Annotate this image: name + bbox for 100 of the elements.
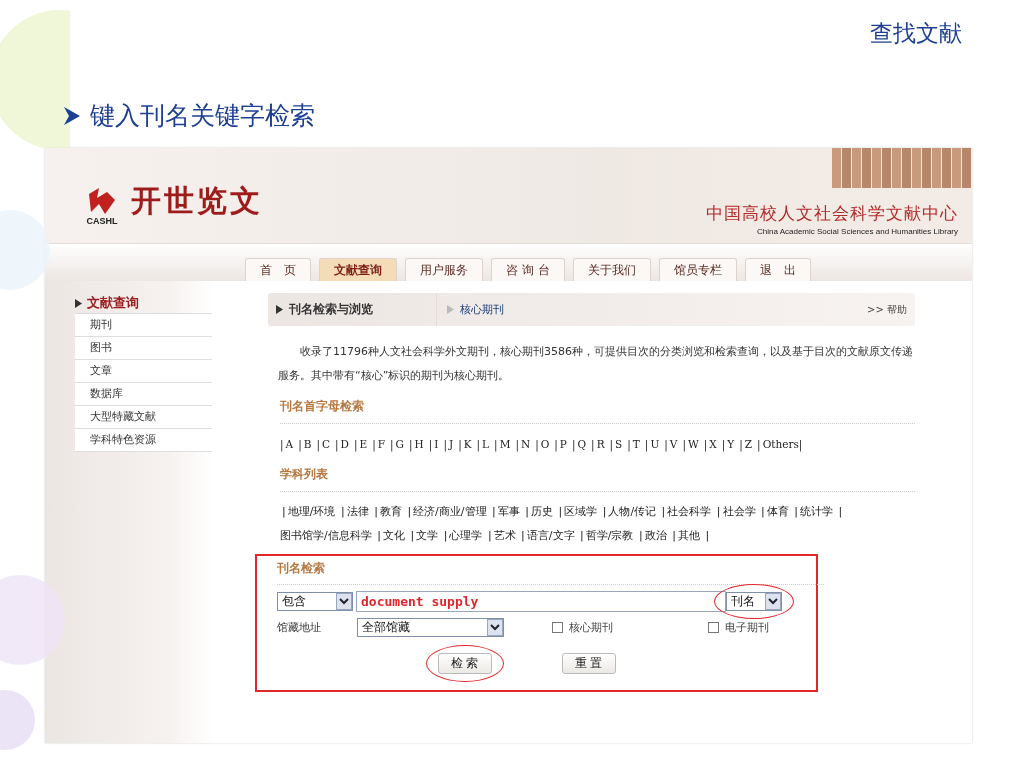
letter-link[interactable]: A bbox=[285, 432, 294, 456]
letter-link[interactable]: R bbox=[596, 432, 605, 456]
section-title: 刊名检索 bbox=[277, 560, 824, 585]
sidebar-item[interactable]: 大型特藏文献 bbox=[75, 406, 212, 429]
letter-link[interactable]: H bbox=[414, 432, 424, 456]
sidebar-item[interactable]: 期刊 bbox=[75, 314, 212, 337]
core-journals-link[interactable]: 核心期刊 bbox=[460, 302, 504, 317]
subject-link[interactable]: 哲学/宗教 bbox=[585, 529, 634, 542]
keyword-input[interactable]: document supply bbox=[356, 591, 726, 612]
section-title: 刊名首字母检索 bbox=[280, 398, 915, 424]
help-link[interactable]: >> 帮助 bbox=[867, 302, 907, 317]
subject-link[interactable]: 人物/传记 bbox=[608, 505, 657, 518]
sidebar-item[interactable]: 数据库 bbox=[75, 383, 212, 406]
subject-link[interactable]: 政治 bbox=[644, 529, 667, 542]
letter-link[interactable]: O bbox=[540, 432, 550, 456]
separator: | bbox=[627, 437, 631, 454]
form-button[interactable]: 重 置 bbox=[561, 653, 616, 674]
letter-link[interactable]: T bbox=[632, 432, 640, 456]
separator: | bbox=[492, 505, 496, 518]
separator: | bbox=[494, 437, 498, 454]
separator: | bbox=[515, 437, 519, 454]
separator: | bbox=[716, 505, 721, 518]
field-select[interactable]: 刊名 bbox=[726, 592, 782, 611]
subject-link[interactable]: 其他 bbox=[677, 529, 700, 542]
sidebar-item[interactable]: 学科特色资源 bbox=[75, 429, 212, 452]
letter-link[interactable]: Q bbox=[577, 432, 587, 456]
match-select[interactable]: 包含 bbox=[277, 592, 353, 611]
letter-link[interactable]: Others bbox=[762, 432, 799, 456]
subject-link[interactable]: 统计学 bbox=[800, 505, 833, 518]
letter-link[interactable]: L bbox=[482, 432, 490, 456]
separator: | bbox=[374, 505, 378, 518]
letter-link[interactable]: J bbox=[448, 432, 454, 456]
subject-link[interactable]: 教育 bbox=[379, 505, 402, 518]
separator: | bbox=[721, 437, 726, 454]
separator: | bbox=[487, 529, 492, 542]
letter-link[interactable]: K bbox=[463, 432, 472, 456]
form-button[interactable]: 检 索 bbox=[437, 653, 492, 674]
subject-link[interactable]: 区域学 bbox=[564, 505, 598, 518]
nav-tab[interactable]: 用户服务 bbox=[405, 258, 483, 281]
organization-name-english: China Academic Social Sciences and Humanities Library bbox=[757, 227, 958, 236]
letter-link[interactable]: B bbox=[303, 432, 312, 456]
subject-link[interactable]: 艺术 bbox=[493, 529, 516, 542]
sidebar-item[interactable]: 文章 bbox=[75, 360, 212, 383]
nav-tab[interactable]: 文献查询 bbox=[319, 258, 397, 281]
subject-link[interactable]: 文学 bbox=[416, 529, 439, 542]
separator: | bbox=[535, 437, 539, 454]
separator: | bbox=[705, 529, 710, 542]
subject-link[interactable]: 语言/文字 bbox=[526, 529, 575, 542]
subject-link[interactable]: 法律 bbox=[346, 505, 369, 518]
letter-link[interactable]: X bbox=[709, 432, 717, 456]
separator: | bbox=[761, 505, 765, 518]
letter-link[interactable]: N bbox=[520, 432, 531, 456]
checkbox-label: 电子期刊 bbox=[725, 620, 769, 635]
sidebar-item[interactable]: 图书 bbox=[75, 337, 212, 360]
letter-link[interactable]: Z bbox=[744, 432, 753, 456]
letter-link[interactable]: D bbox=[340, 432, 349, 456]
nav-tab[interactable]: 馆员专栏 bbox=[658, 258, 737, 281]
letter-link[interactable]: V bbox=[669, 432, 678, 456]
nav-tab[interactable]: 咨 询 台 bbox=[491, 258, 565, 281]
separator: | bbox=[591, 437, 595, 454]
separator: | bbox=[571, 437, 576, 454]
subject-link[interactable]: 社会学 bbox=[722, 505, 756, 518]
separator: | bbox=[458, 437, 462, 454]
checkbox[interactable] bbox=[552, 622, 563, 633]
subject-link[interactable]: 文化 bbox=[382, 529, 405, 542]
letter-link[interactable]: C bbox=[321, 432, 330, 456]
separator: | bbox=[443, 437, 447, 454]
separator: | bbox=[525, 505, 529, 518]
nav-tab[interactable]: 关于我们 bbox=[572, 258, 651, 281]
separator: | bbox=[558, 505, 563, 518]
subject-link[interactable]: 社会科学 bbox=[667, 505, 712, 518]
letter-link[interactable]: S bbox=[615, 432, 623, 456]
letter-link[interactable]: P bbox=[559, 432, 567, 456]
location-select[interactable]: 全部馆藏 bbox=[357, 618, 504, 637]
subject-link[interactable]: 图书馆学/信息科学 bbox=[280, 529, 372, 542]
nav-tab[interactable]: 首 页 bbox=[245, 258, 311, 281]
nav-tab[interactable]: 退 出 bbox=[744, 258, 811, 281]
subject-link[interactable]: 历史 bbox=[530, 505, 553, 518]
letter-link[interactable]: F bbox=[377, 432, 386, 456]
letter-link[interactable]: W bbox=[687, 432, 699, 456]
checkbox[interactable] bbox=[708, 622, 719, 633]
letter-link[interactable]: G bbox=[395, 432, 404, 456]
letter-link[interactable]: M bbox=[499, 432, 511, 456]
subject-link[interactable]: 地理/环境 bbox=[287, 505, 336, 518]
letter-link[interactable]: I bbox=[434, 432, 439, 456]
subject-link[interactable]: 体育 bbox=[766, 505, 789, 518]
breadcrumb-title: 刊名检索与浏览 bbox=[289, 301, 373, 318]
subject-link[interactable]: 经济/商业/管理 bbox=[413, 505, 487, 518]
separator: | bbox=[407, 505, 412, 518]
letter-link[interactable]: Y bbox=[727, 432, 735, 456]
letter-link[interactable]: U bbox=[650, 432, 660, 456]
field-label: 馆藏地址 bbox=[277, 620, 322, 635]
subject-link[interactable]: 心理学 bbox=[449, 529, 483, 542]
separator: | bbox=[794, 505, 798, 518]
bullet-arrow-icon bbox=[64, 106, 80, 125]
separator: | bbox=[664, 437, 668, 454]
letter-link[interactable]: E bbox=[359, 432, 368, 456]
separator: | bbox=[335, 437, 339, 454]
checkbox-label: 核心期刊 bbox=[569, 620, 613, 635]
subject-link[interactable]: 军事 bbox=[497, 505, 520, 518]
